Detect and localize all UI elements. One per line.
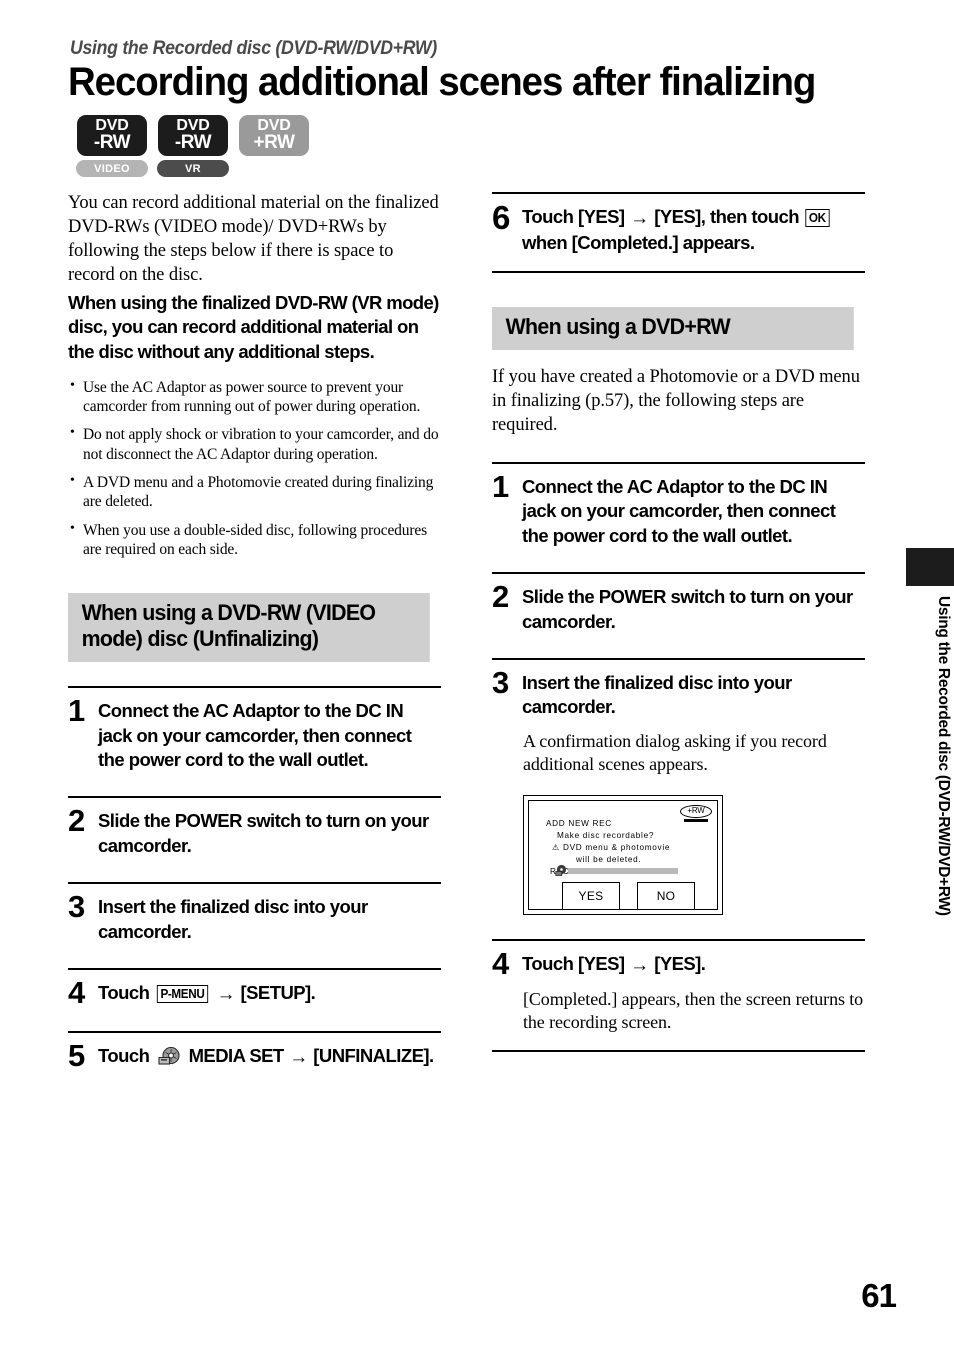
arrow-icon: → <box>289 1047 308 1069</box>
dialog-line-2-wrap: ⚠ DVD menu & photomovie <box>552 842 670 853</box>
step-number: 2 <box>492 579 509 615</box>
dialog-line-3: will be deleted. <box>576 854 642 864</box>
dialog-title: ADD NEW REC <box>546 818 612 828</box>
left-column: You can record additional material on th… <box>68 192 441 1074</box>
notes-list: Use the AC Adaptor as power source to pr… <box>68 377 441 560</box>
manual-page: Using the Recorded disc (DVD-RW/DVD+RW) … <box>0 0 954 1357</box>
section-heading-dvd-plus-rw: When using a DVD+RW <box>492 307 854 351</box>
step-number: 1 <box>68 693 85 729</box>
step-2: 2 Slide the POWER switch to turn on your… <box>492 574 865 634</box>
step-number: 3 <box>492 664 509 700</box>
step-4: 4 Touch [YES] → [YES]. <box>492 941 865 978</box>
step-text: Slide the POWER switch to turn on your c… <box>98 810 429 856</box>
step-number: 4 <box>492 945 509 981</box>
step-text-before: Touch <box>98 1045 150 1067</box>
step-1: 1 Connect the AC Adaptor to the DC IN ja… <box>492 464 865 548</box>
badge-line2: -RW <box>174 132 212 154</box>
step-3: 3 Insert the finalized disc into your ca… <box>492 660 865 720</box>
section-heading-dvd-rw: When using a DVD-RW (VIDEO mode) disc (U… <box>68 592 430 663</box>
side-tab-label: Using the Recorded disc (DVD-RW/DVD+RW) <box>935 596 952 916</box>
step-text-after: [SETUP]. <box>240 982 316 1004</box>
step-text: Touch P-MENU → [SETUP]. <box>98 979 441 1007</box>
step-text-after: [YES]. <box>654 952 706 974</box>
arrow-icon: → <box>216 984 235 1006</box>
section-intro-paragraph: If you have created a Photomovie or a DV… <box>492 367 860 436</box>
step-text: Insert the finalized disc into your camc… <box>98 896 368 942</box>
warning-icon: ⚠ <box>552 842 561 852</box>
badge-line2: -RW <box>93 132 131 154</box>
plus-rw-disc-indicator-icon: +RW <box>680 804 712 822</box>
step-1: 1 Connect the AC Adaptor to the DC IN ja… <box>68 688 441 772</box>
p-menu-button-icon: P-MENU <box>156 985 209 1004</box>
dialog-line-2: DVD menu & photomovie <box>563 842 671 852</box>
step-subtext: [Completed.] appears, then the screen re… <box>523 988 864 1032</box>
step-number: 4 <box>68 975 85 1011</box>
step-text: Connect the AC Adaptor to the DC IN jack… <box>522 475 836 546</box>
arrow-icon: → <box>630 954 649 976</box>
step-text-mid: [YES], then touch <box>654 206 800 227</box>
badge-line2: +RW <box>253 132 295 154</box>
step-text: Touch MEDIA SET → [UNFINALIZE]. <box>98 1042 441 1070</box>
step-text-before: Touch <box>98 982 150 1004</box>
step-text-after: [UNFINALIZE]. <box>313 1045 434 1067</box>
camcorder-dialog-screenshot: +RW ADD NEW REC Make disc recordable? ⚠ … <box>523 794 723 915</box>
list-item: When you use a double-sided disc, follow… <box>68 520 441 560</box>
intro-bold-paragraph: When using the finalized DVD-RW (VR mode… <box>68 292 439 362</box>
list-item: A DVD menu and a Photomovie created duri… <box>68 472 441 512</box>
dvd-rw-vr-badge-icon: DVD -RW <box>158 115 228 156</box>
step-number: 6 <box>492 199 510 236</box>
dvd-plus-rw-badge-icon: DVD +RW <box>239 115 309 156</box>
arrow-icon: → <box>630 208 649 229</box>
recorded-area-bar <box>568 867 678 874</box>
step-3: 3 Insert the finalized disc into your ca… <box>68 884 441 944</box>
page-number: 61 <box>861 1277 897 1314</box>
dialog-screenshot-wrap: +RW ADD NEW REC Make disc recordable? ⚠ … <box>523 794 865 915</box>
badge-pill-video: VIDEO <box>76 160 148 177</box>
step-2: 2 Slide the POWER switch to turn on your… <box>68 798 441 858</box>
ok-button-icon: OK <box>804 209 829 228</box>
side-tab-block <box>906 548 954 586</box>
section-kicker: Using the Recorded disc (DVD-RW/DVD+RW) <box>70 38 437 59</box>
step-text-mid: MEDIA SET <box>188 1045 285 1067</box>
step-5: 5 Touch MEDIA SET → [UNFINALIZE]. <box>68 1033 441 1074</box>
badge-group-dvd-rw-vr: DVD -RW VR <box>157 115 229 177</box>
dialog-no-button[interactable]: NO <box>637 881 695 910</box>
step-number: 5 <box>68 1038 85 1074</box>
badge-pill-vr: VR <box>157 160 229 177</box>
disc-compatibility-badges: DVD -RW VIDEO DVD -RW VR DVD +RW <box>76 115 310 177</box>
step-text-before: Touch [YES] <box>522 952 625 974</box>
step-text: Slide the POWER switch to turn on your c… <box>522 586 853 632</box>
step-6: 6 Touch [YES] → [YES], then touch OK whe… <box>492 194 865 255</box>
step-text: Touch [YES] → [YES], then touch OK when … <box>522 203 865 255</box>
step-subtext: A confirmation dialog asking if you reco… <box>523 730 827 775</box>
plus-rw-oval-label: +RW <box>680 804 712 818</box>
step-text-before: Touch [YES] <box>522 206 625 227</box>
step-number: 1 <box>492 468 509 504</box>
step-4: 4 Touch P-MENU → [SETUP]. <box>68 970 441 1011</box>
plus-rw-underline <box>684 819 708 822</box>
dvd-rw-badge-icon: DVD -RW <box>77 115 147 156</box>
list-item: Do not apply shock or vibration to your … <box>68 424 441 464</box>
step-text: Touch [YES] → [YES]. <box>522 950 865 978</box>
page-title: Recording additional scenes after finali… <box>68 60 816 104</box>
dialog-line-1: Make disc recordable? <box>557 830 655 840</box>
step-number: 3 <box>68 889 85 925</box>
disc-media-icon <box>156 1047 182 1066</box>
step-text: Insert the finalized disc into your camc… <box>522 671 792 718</box>
divider <box>492 1050 865 1053</box>
disc-marker-icon <box>555 864 568 877</box>
badge-group-dvd-rw-video: DVD -RW VIDEO <box>76 115 148 177</box>
step-text-after: when [Completed.] appears. <box>522 232 755 254</box>
intro-paragraph: You can record additional material on th… <box>68 193 439 285</box>
right-column: 6 Touch [YES] → [YES], then touch OK whe… <box>492 192 865 1053</box>
step-text: Connect the AC Adaptor to the DC IN jack… <box>98 700 412 771</box>
step-number: 2 <box>68 803 85 839</box>
dialog-yes-button[interactable]: YES <box>562 881 620 910</box>
list-item: Use the AC Adaptor as power source to pr… <box>68 377 441 417</box>
badge-group-dvd-plus-rw: DVD +RW <box>238 115 310 156</box>
